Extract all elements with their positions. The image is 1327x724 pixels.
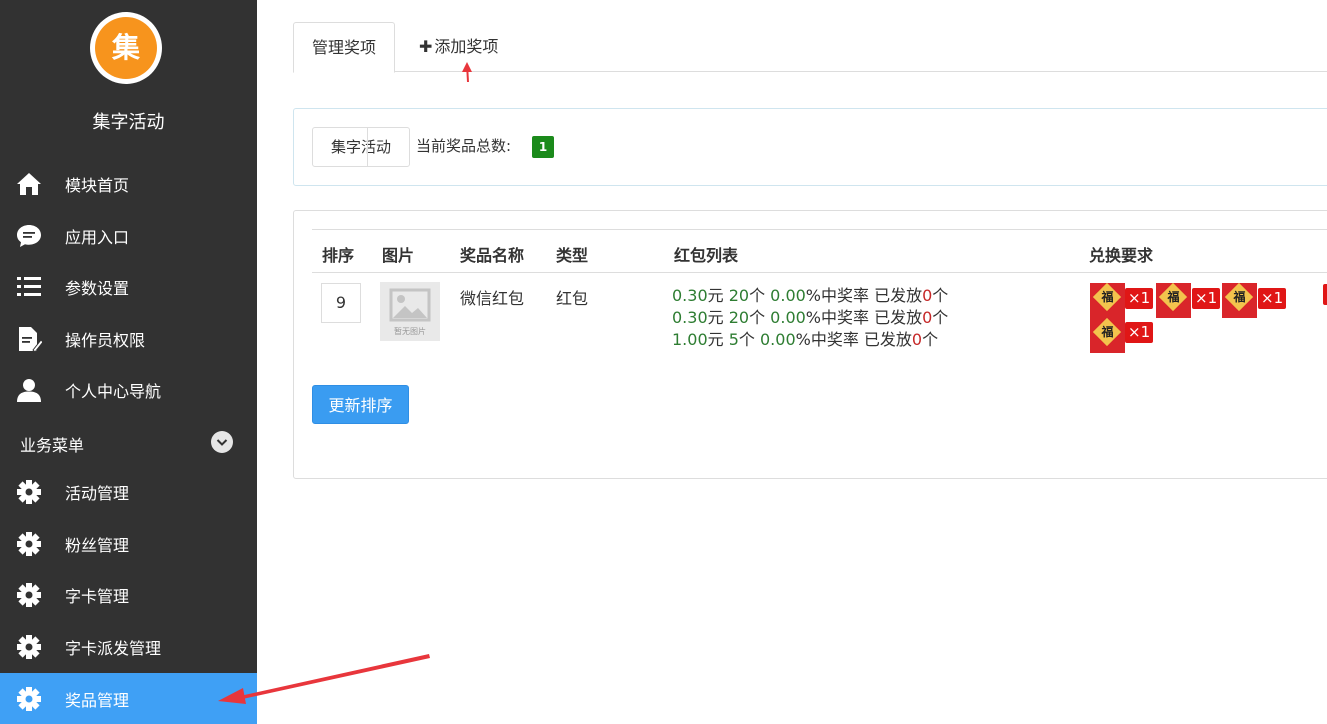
- gear-icon: [17, 635, 41, 659]
- gear-icon: [17, 583, 41, 607]
- logo-char: 集: [95, 17, 157, 79]
- sidebar-item-settings[interactable]: 参数设置: [0, 261, 257, 311]
- sidebar-item-label: 模块首页: [65, 176, 130, 195]
- fu-card-image: 福: [1156, 282, 1191, 318]
- card-quantity-badge: ×1: [1125, 288, 1154, 309]
- tab-add-prize[interactable]: ✚ 添加奖项: [401, 22, 516, 72]
- sidebar-item-label: 活动管理: [65, 484, 130, 503]
- app-logo: 集: [90, 12, 162, 84]
- red-packet-list: 0.30元 20个 0.00%中奖率 已发放0个 0.30元 20个 0.00%…: [672, 285, 948, 351]
- fu-card-image: 福: [1090, 282, 1125, 318]
- home-icon: [17, 173, 41, 195]
- red-packet-item: 0.30元 20个 0.00%中奖率 已发放0个: [672, 308, 949, 327]
- clipped-red-badge: [1323, 284, 1327, 305]
- sidebar-group-title: 业务菜单: [20, 436, 85, 455]
- fu-card-image: 福: [1222, 282, 1257, 318]
- plus-icon: ✚: [419, 37, 433, 56]
- gear-icon: [17, 687, 41, 711]
- red-packet-item: 0.30元 20个 0.00%中奖率 已发放0个: [672, 286, 949, 305]
- sidebar-item-label: 字卡派发管理: [65, 639, 162, 658]
- sidebar-item-prizes[interactable]: 奖品管理: [0, 673, 257, 724]
- header-sort: 排序: [322, 246, 355, 265]
- red-packet-item: 1.00元 5个 0.00%中奖率 已发放0个: [672, 330, 939, 349]
- sort-order-input[interactable]: 9: [321, 283, 361, 323]
- sidebar-item-app-entry[interactable]: 应用入口: [0, 210, 257, 260]
- card-quantity-badge: ×1: [1258, 288, 1287, 309]
- sidebar-item-user-center-nav[interactable]: 个人中心导航: [0, 364, 257, 414]
- sidebar-item-fans[interactable]: 粉丝管理: [0, 518, 257, 568]
- user-icon: [17, 379, 41, 402]
- tab-bar: 管理奖项 ✚ 添加奖项: [293, 22, 1327, 73]
- prize-count-label: 当前奖品总数:: [416, 137, 512, 155]
- sidebar-item-label: 参数设置: [65, 279, 130, 298]
- filter-panel: 集字活动 当前奖品总数: 1: [293, 108, 1327, 186]
- prize-count-badge: 1: [532, 136, 554, 158]
- chevron-down-icon: [216, 439, 228, 446]
- table-header: 排序 图片 奖品名称 类型 红包列表 兑换要求: [312, 229, 1327, 273]
- header-image: 图片: [382, 246, 415, 265]
- activity-filter-label: 集字活动: [330, 138, 391, 156]
- sidebar-item-cards[interactable]: 字卡管理: [0, 569, 257, 619]
- prize-type: 红包: [556, 289, 589, 308]
- sidebar-item-activity[interactable]: 活动管理: [0, 466, 257, 516]
- header-prize-name: 奖品名称: [460, 246, 525, 265]
- sidebar: 集 集字活动 模块首页 应用入口 参数设置 操作员权限 个人中心导航 业务菜单 …: [0, 0, 257, 724]
- header-type: 类型: [556, 246, 589, 265]
- card-quantity-badge: ×1: [1125, 322, 1154, 343]
- document-edit-icon: [19, 327, 42, 352]
- sidebar-item-card-dispatch[interactable]: 字卡派发管理: [0, 621, 257, 671]
- fu-card-image: 福: [1090, 317, 1125, 353]
- tab-add-label: 添加奖项: [434, 37, 499, 56]
- header-red-packet-list: 红包列表: [674, 246, 739, 265]
- sidebar-item-label: 个人中心导航: [65, 382, 162, 401]
- header-exchange-requirements: 兑换要求: [1089, 246, 1154, 265]
- sidebar-item-operator-permission[interactable]: 操作员权限: [0, 313, 257, 363]
- card-quantity-badge: ×1: [1192, 288, 1221, 309]
- table-row: 9 暂无图片 微信红包 红包 0.30元 20个 0.00%中奖率 已发放0个 …: [312, 273, 1327, 363]
- prize-image-placeholder: 暂无图片: [380, 282, 440, 341]
- sidebar-item-home[interactable]: 模块首页: [0, 158, 257, 208]
- sidebar-item-label: 应用入口: [65, 228, 130, 247]
- gear-icon: [17, 480, 41, 504]
- sidebar-item-label: 字卡管理: [65, 587, 130, 606]
- group-toggle-button[interactable]: [211, 431, 233, 453]
- chat-icon: [17, 225, 41, 247]
- prize-name: 微信红包: [460, 289, 525, 308]
- update-sort-button[interactable]: 更新排序: [312, 385, 409, 424]
- app-title: 集字活动: [92, 112, 165, 133]
- tab-manage-prizes[interactable]: 管理奖项: [293, 22, 396, 73]
- button-divider: [367, 128, 368, 166]
- activity-filter-button[interactable]: 集字活动: [312, 127, 410, 167]
- sidebar-item-label: 粉丝管理: [65, 536, 130, 555]
- prize-table-panel: 排序 图片 奖品名称 类型 红包列表 兑换要求 9 暂无图片 微信红包 红包 0…: [293, 210, 1327, 479]
- list-icon: [17, 277, 41, 296]
- image-placeholder-caption: 暂无图片: [394, 327, 426, 336]
- gear-icon: [17, 532, 41, 556]
- sidebar-item-label: 奖品管理: [65, 691, 130, 710]
- sidebar-item-label: 操作员权限: [65, 331, 146, 350]
- exchange-requirements: 福 ×1 福 ×1 福 ×1 福 ×1: [1088, 282, 1327, 363]
